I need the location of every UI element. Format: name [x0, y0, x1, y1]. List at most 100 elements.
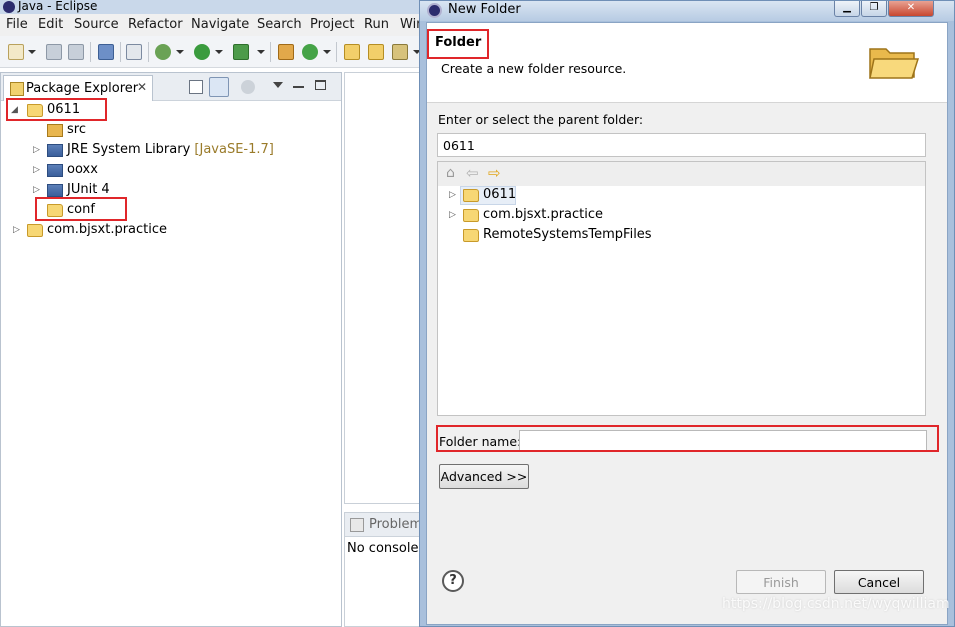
- menu-search[interactable]: Search: [257, 17, 302, 32]
- banner-description: Create a new folder resource.: [441, 61, 627, 76]
- new-java-class-icon[interactable]: [302, 44, 318, 60]
- maximize-icon[interactable]: [315, 80, 326, 90]
- debug-icon[interactable]: [155, 44, 171, 60]
- new-folder-dialog: New Folder ▁ ❐ ✕ Folder Create a new fol…: [419, 0, 955, 627]
- collapsed-arrow-icon[interactable]: ▷: [449, 210, 456, 220]
- menu-navigate[interactable]: Navigate: [191, 17, 249, 32]
- no-consoles-text: No consoles: [347, 541, 426, 556]
- view-filters-icon[interactable]: [241, 80, 255, 94]
- menu-project[interactable]: Project: [310, 17, 354, 32]
- editor-area: [344, 72, 424, 504]
- tree-item-label: com.bjsxt.practice: [47, 222, 168, 237]
- eclipse-title-bar: Java - Eclipse: [0, 0, 430, 14]
- tree-item-0611[interactable]: ▷ 0611: [438, 186, 738, 206]
- project-folder-icon: [27, 104, 43, 117]
- save-icon[interactable]: [46, 44, 62, 60]
- tree-item-junit4[interactable]: ▷ JUnit 4: [1, 181, 301, 201]
- forward-arrow-icon[interactable]: ⇨: [488, 164, 501, 182]
- restore-button[interactable]: ❐: [861, 1, 887, 17]
- parent-folder-label: Enter or select the parent folder:: [438, 112, 644, 127]
- new-class-dropdown-icon[interactable]: [323, 50, 331, 54]
- project-folder-icon: [463, 189, 479, 202]
- window-title: Java - Eclipse: [18, 0, 98, 13]
- eclipse-logo-icon: [427, 3, 442, 18]
- eclipse-logo-icon: [3, 1, 15, 13]
- new-java-package-icon[interactable]: [278, 44, 294, 60]
- minimize-icon[interactable]: [293, 86, 304, 88]
- parent-folder-input[interactable]: [437, 133, 926, 157]
- folder-name-input[interactable]: [519, 430, 927, 452]
- help-icon[interactable]: ?: [442, 570, 464, 592]
- watermark-text: https://blog.csdn.net/wyqwilliam: [722, 596, 950, 612]
- finish-button[interactable]: Finish: [736, 570, 826, 594]
- source-folder-icon: [47, 124, 63, 137]
- tree-item-src[interactable]: src: [1, 121, 301, 141]
- tree-item-label: RemoteSystemsTempFiles: [483, 227, 652, 242]
- external-tools-icon[interactable]: [233, 44, 249, 60]
- tree-item-com-bjsxt-practice[interactable]: ▷ com.bjsxt.practice: [438, 206, 738, 226]
- minimize-button[interactable]: ▁: [834, 1, 860, 17]
- tree-item-com-bjsxt-practice[interactable]: ▷ com.bjsxt.practice: [1, 221, 301, 241]
- menu-file[interactable]: File: [6, 17, 28, 32]
- toolbar-separator: [336, 42, 337, 62]
- folder-icon: [47, 204, 63, 217]
- tree-item-conf[interactable]: conf: [1, 201, 301, 221]
- project-folder-icon: [463, 209, 479, 222]
- print-icon[interactable]: [98, 44, 114, 60]
- tree-item-remote-systems[interactable]: RemoteSystemsTempFiles: [438, 226, 738, 246]
- cancel-button[interactable]: Cancel: [834, 570, 924, 594]
- tree-item-label: 0611: [47, 102, 81, 117]
- tab-package-explorer[interactable]: Package Explorer ✕: [3, 75, 153, 101]
- view-menu-icon[interactable]: [273, 82, 283, 88]
- tab-label: Problem: [369, 517, 423, 532]
- collapsed-arrow-icon[interactable]: ▷: [13, 225, 20, 235]
- library-icon: [47, 164, 63, 177]
- toolbar-separator: [120, 42, 121, 62]
- collapsed-arrow-icon[interactable]: ▷: [449, 190, 456, 200]
- explorer-header: Package Explorer ✕: [1, 73, 341, 101]
- back-arrow-icon[interactable]: ⇦: [466, 164, 479, 182]
- main-toolbar: [0, 36, 430, 68]
- debug-dropdown-icon[interactable]: [176, 50, 184, 54]
- tree-item-label: com.bjsxt.practice: [483, 207, 604, 222]
- new-icon[interactable]: [8, 44, 24, 60]
- folder-tree: ⌂ ⇦ ⇨ ▷ 0611 ▷ com.bjsxt.practice Remote…: [437, 161, 926, 416]
- dialog-body: Folder Create a new folder resource. Ent…: [426, 22, 948, 625]
- expanded-arrow-icon[interactable]: ◢: [11, 105, 18, 115]
- close-button[interactable]: ✕: [888, 1, 934, 17]
- search-icon[interactable]: [392, 44, 408, 60]
- menu-edit[interactable]: Edit: [38, 17, 63, 32]
- collapsed-arrow-icon[interactable]: ▷: [33, 185, 40, 195]
- collapse-all-icon[interactable]: [189, 80, 203, 94]
- tree-item-label: conf: [67, 202, 95, 217]
- save-all-icon[interactable]: [68, 44, 84, 60]
- collapsed-arrow-icon[interactable]: ▷: [33, 145, 40, 155]
- menu-source[interactable]: Source: [74, 17, 119, 32]
- home-icon[interactable]: ⌂: [446, 165, 455, 181]
- folder-name-label: Folder name:: [439, 434, 522, 449]
- advanced-button[interactable]: Advanced >>: [439, 464, 529, 489]
- link-with-editor-icon[interactable]: [209, 77, 229, 97]
- menu-run[interactable]: Run: [364, 17, 389, 32]
- new-dropdown-icon[interactable]: [28, 50, 36, 54]
- tree-item-jre-system-library[interactable]: ▷ JRE System Library [JavaSE-1.7]: [1, 141, 301, 161]
- tree-item-ooxx[interactable]: ▷ ooxx: [1, 161, 301, 181]
- run-icon[interactable]: [194, 44, 210, 60]
- console-panel: Problem No consoles: [344, 512, 426, 627]
- folder-wizard-icon: [869, 48, 920, 79]
- menu-bar: File Edit Source Refactor Navigate Searc…: [0, 14, 430, 36]
- library-icon: [47, 184, 63, 197]
- tree-item-label: JUnit 4: [67, 182, 110, 197]
- external-tools-dropdown-icon[interactable]: [257, 50, 265, 54]
- close-icon[interactable]: ✕: [137, 80, 147, 94]
- tree-item-0611[interactable]: ◢ 0611: [1, 101, 301, 121]
- run-dropdown-icon[interactable]: [215, 50, 223, 54]
- dialog-title-bar: New Folder ▁ ❐ ✕: [420, 1, 954, 21]
- project-folder-icon: [27, 224, 43, 237]
- menu-refactor[interactable]: Refactor: [128, 17, 183, 32]
- skip-breakpoints-icon[interactable]: [126, 44, 142, 60]
- open-task-icon[interactable]: [368, 44, 384, 60]
- tab-problems[interactable]: Problem: [345, 513, 423, 537]
- open-type-icon[interactable]: [344, 44, 360, 60]
- collapsed-arrow-icon[interactable]: ▷: [33, 165, 40, 175]
